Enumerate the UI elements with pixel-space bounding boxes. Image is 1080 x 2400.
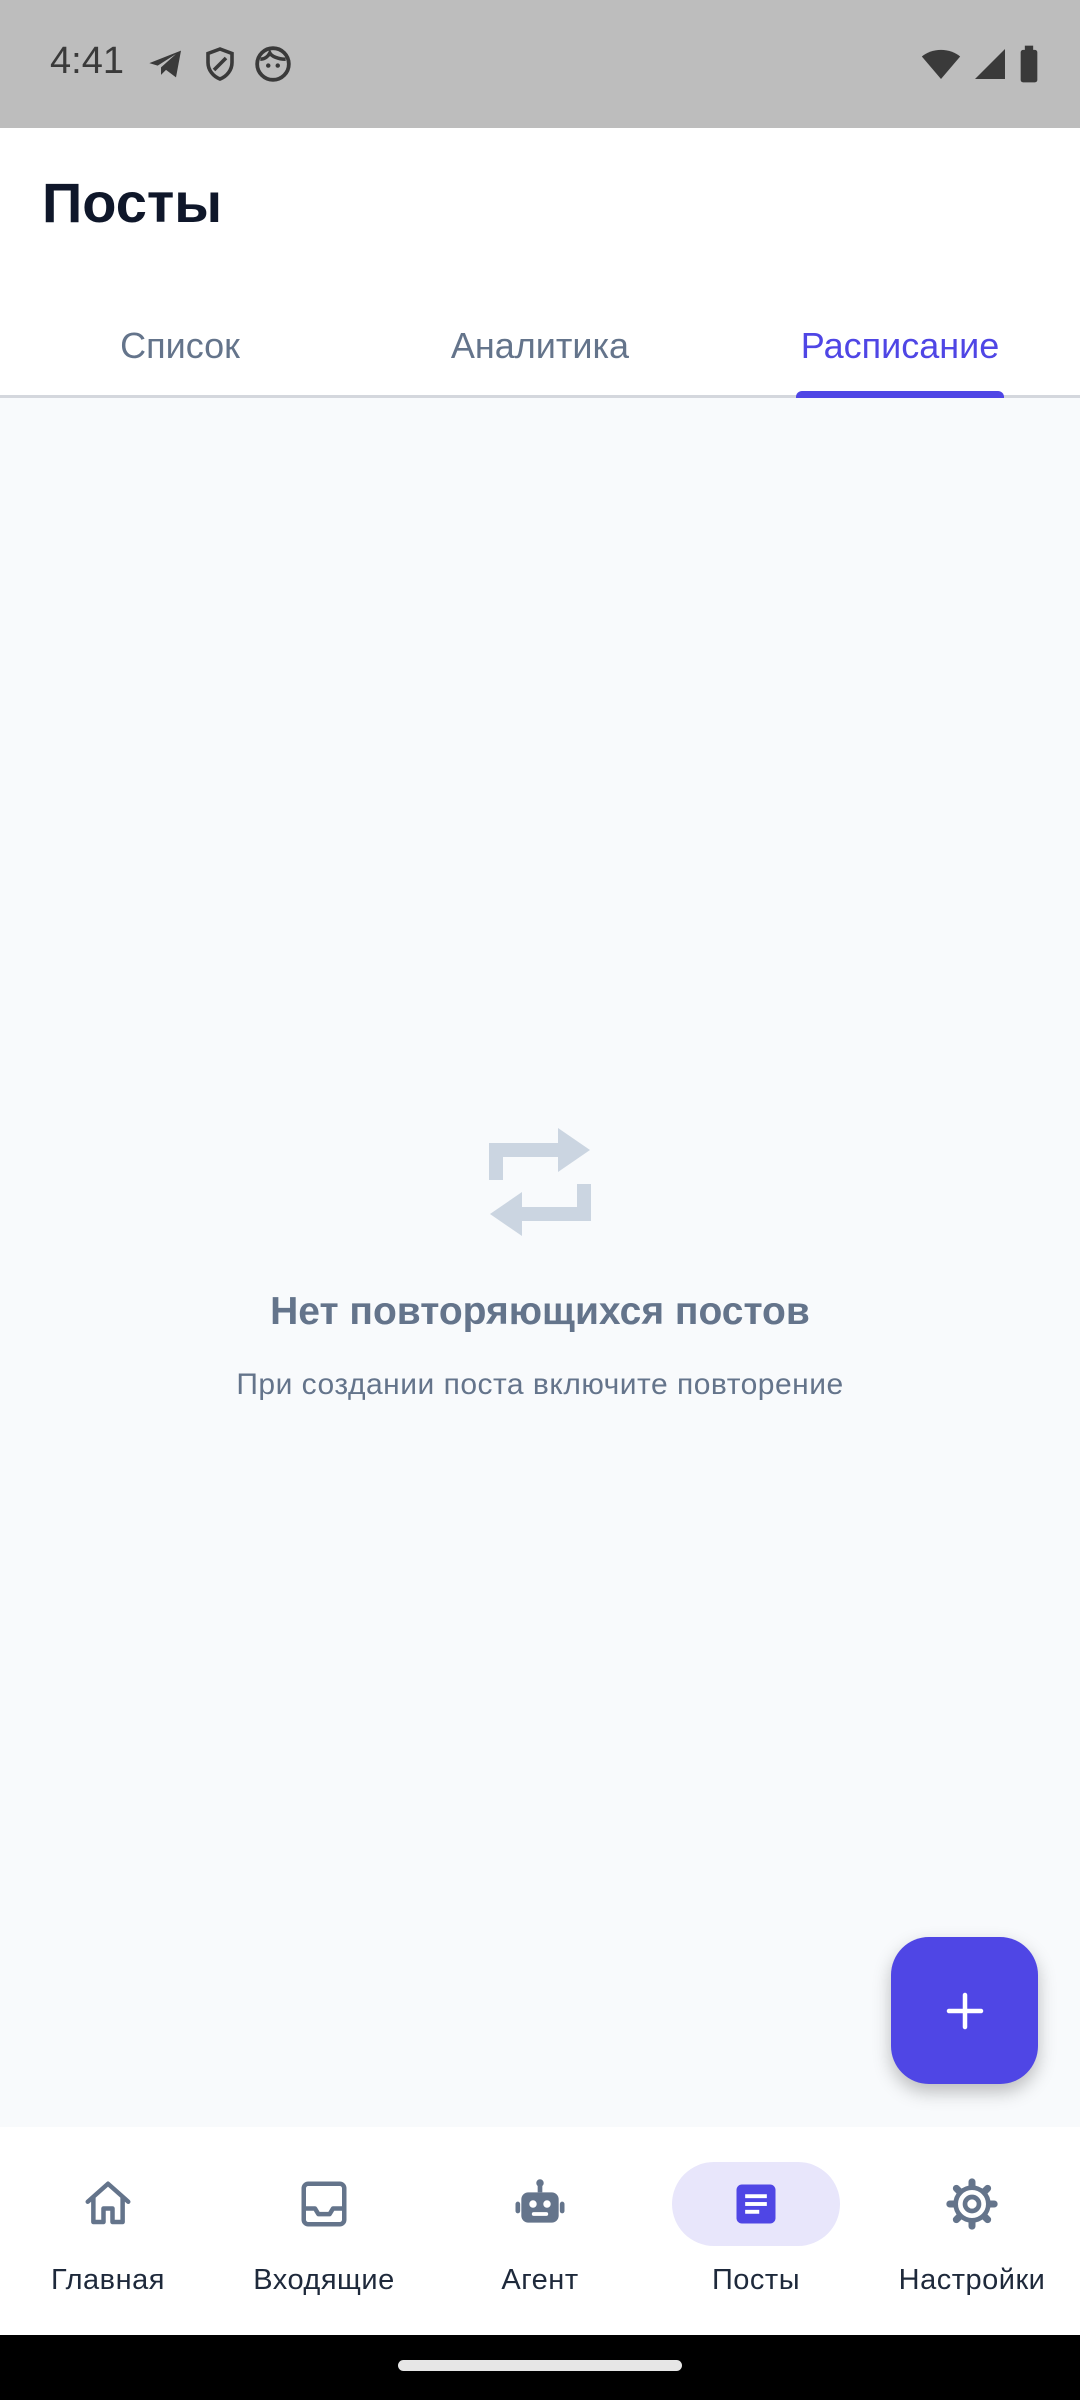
- add-post-button[interactable]: [891, 1937, 1038, 2084]
- tab-schedule[interactable]: Расписание: [720, 296, 1080, 398]
- bottom-nav: Главная Входящие Агент Посты Настройки: [0, 2127, 1080, 2335]
- nav-label: Входящие: [253, 2264, 395, 2296]
- nav-item-posts[interactable]: Посты: [648, 2127, 864, 2335]
- home-icon: [85, 2181, 131, 2225]
- nav-item-settings[interactable]: Настройки: [864, 2127, 1080, 2335]
- nav-icon-container: [888, 2162, 1056, 2246]
- nav-icon-container: [456, 2162, 624, 2246]
- status-icons-right: [920, 44, 1040, 84]
- status-bar: 4:41: [0, 0, 1080, 128]
- empty-state: Нет повторяющихся постов При создании по…: [0, 1120, 1080, 1402]
- nav-label: Главная: [51, 2264, 165, 2296]
- nav-label: Посты: [711, 2264, 801, 2296]
- empty-state-title: Нет повторяющихся постов: [270, 1290, 810, 1333]
- nav-icon-container: [240, 2162, 408, 2246]
- nav-icon-container: [24, 2162, 192, 2246]
- app-header: Посты Список Аналитика Расписание: [0, 128, 1080, 398]
- tab-list[interactable]: Список: [0, 296, 360, 395]
- gear-icon: [946, 2178, 998, 2230]
- nav-label: Агент: [501, 2264, 579, 2296]
- nav-item-agent[interactable]: Агент: [432, 2127, 648, 2335]
- document-icon: [736, 2184, 776, 2224]
- active-tab-indicator: [796, 391, 1004, 398]
- plus-icon: [946, 1992, 983, 2029]
- tab-label: Расписание: [800, 324, 1000, 366]
- wifi-icon: [921, 49, 961, 79]
- shield-icon: [206, 47, 234, 81]
- tab-analytics[interactable]: Аналитика: [360, 296, 720, 395]
- tab-label: Аналитика: [450, 324, 630, 366]
- nav-icon-container: [672, 2162, 840, 2246]
- page-title: Посты: [42, 171, 223, 234]
- nav-item-inbox[interactable]: Входящие: [216, 2127, 432, 2335]
- tab-bar: Список Аналитика Расписание: [0, 296, 1080, 398]
- battery-icon: [1020, 45, 1038, 83]
- status-icons-left: [146, 44, 292, 84]
- inbox-icon: [301, 2181, 347, 2227]
- empty-state-subtitle: При создании поста включите повторение: [236, 1368, 844, 1401]
- telegram-icon: [149, 50, 181, 78]
- repeat-icon: [489, 1128, 591, 1236]
- robot-icon: [515, 2179, 565, 2223]
- signal-icon: [975, 49, 1005, 79]
- tab-label: Список: [120, 324, 240, 366]
- system-nav-bar: [0, 2335, 1080, 2400]
- nav-item-home[interactable]: Главная: [0, 2127, 216, 2335]
- status-time: 4:41: [50, 40, 124, 82]
- home-indicator[interactable]: [398, 2360, 682, 2371]
- nav-label: Настройки: [898, 2264, 1046, 2296]
- face-icon: [255, 46, 291, 82]
